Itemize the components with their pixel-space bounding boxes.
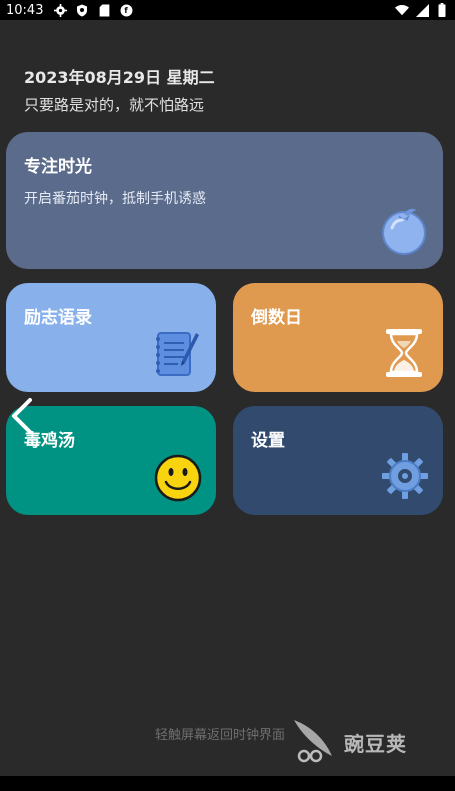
back-chevron-icon[interactable] <box>8 396 36 436</box>
focus-card-title: 专注时光 <box>24 157 92 177</box>
tomato-icon <box>378 204 430 260</box>
status-bar: 10:43 f <box>0 0 455 20</box>
toxic-chicken-soup-card[interactable]: 毒鸡汤 <box>6 406 216 515</box>
date-label: 2023年08月29日 星期二 <box>24 68 215 87</box>
watermark-text: 豌豆荚 <box>344 731 407 756</box>
motivational-quotes-card[interactable]: 励志语录 <box>6 283 216 392</box>
countdown-days-card[interactable]: 倒数日 <box>233 283 443 392</box>
wandoujia-watermark: 豌豆荚 <box>290 716 407 768</box>
app-f-icon: f <box>119 3 133 17</box>
gear-icon <box>381 452 429 504</box>
hourglass-icon <box>383 327 425 383</box>
focus-time-card[interactable]: 专注时光 开启番茄时钟，抵制手机诱惑 <box>6 132 443 269</box>
return-to-clock-hint[interactable]: 轻触屏幕返回时钟界面 <box>155 724 285 743</box>
status-time: 10:43 <box>6 2 44 18</box>
settings-gear-icon <box>53 3 67 17</box>
notepad-icon <box>152 327 200 383</box>
battery-icon <box>435 3 449 17</box>
countdown-card-title: 倒数日 <box>251 308 302 328</box>
pea-pod-logo-icon <box>290 716 338 768</box>
motto-text: 只要路是对的，就不怕路远 <box>24 96 205 114</box>
smiley-icon <box>154 454 202 506</box>
quotes-card-title: 励志语录 <box>24 308 92 328</box>
shield-icon <box>75 3 89 17</box>
focus-card-subtitle: 开启番茄时钟，抵制手机诱惑 <box>24 191 206 207</box>
settings-card[interactable]: 设置 <box>233 406 443 515</box>
sd-card-icon <box>97 3 111 17</box>
wifi-icon <box>395 3 409 17</box>
settings-card-title: 设置 <box>251 431 285 451</box>
navigation-bar <box>0 776 455 791</box>
signal-icon <box>415 3 429 17</box>
